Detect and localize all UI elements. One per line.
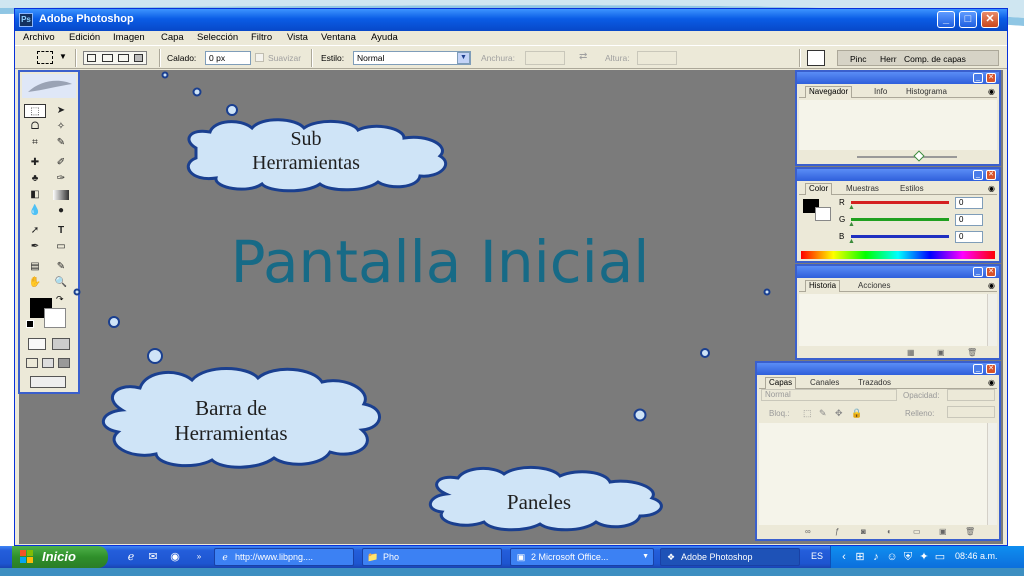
slide-title: Pantalla Inicial	[230, 228, 650, 296]
ie-icon: ℯ	[222, 552, 228, 562]
tray-messenger-icon[interactable]: ☺	[885, 550, 899, 564]
media-quicklaunch-icon[interactable]: ◉	[168, 550, 182, 564]
windows-flag-icon	[20, 550, 33, 563]
system-tray: ES ‹ ⊞ ♪ ☺ ⛨ ✦ ▭ 08:46 a.m.	[811, 546, 1024, 568]
bubble-dot	[108, 316, 120, 328]
clock: 08:46 a.m.	[955, 551, 998, 561]
bubble-dot	[700, 348, 710, 358]
language-indicator[interactable]: ES	[811, 551, 823, 561]
group-dropdown-icon: ▼	[642, 553, 649, 560]
ie-quicklaunch-icon[interactable]: ℯ	[124, 550, 138, 564]
taskbar-item-office[interactable]: ▣ 2 Microsoft Office... ▼	[510, 548, 654, 566]
photoshop-icon: ❖	[666, 552, 676, 562]
office-icon: ▣	[516, 552, 526, 562]
bubble-dot	[633, 408, 647, 422]
cloud-panels-label: Paneles	[506, 490, 572, 514]
start-label: Inicio	[42, 549, 76, 564]
taskbar-item-folder[interactable]: 📁 Pho	[362, 548, 502, 566]
cloud-toolbar-line1: Barra de	[195, 396, 267, 420]
start-button[interactable]: Inicio	[12, 546, 108, 568]
bubble-dot	[147, 348, 163, 364]
cloud-sub-line2: Herramientas	[252, 152, 360, 174]
cloud-sub-label: Sub Herramientas	[226, 127, 386, 175]
taskbar-item-photoshop-label: Adobe Photoshop	[681, 552, 753, 562]
bubble-dot	[192, 87, 202, 97]
bubble-dot	[161, 71, 169, 79]
cloud-sub-line1: Sub	[290, 128, 322, 150]
taskbar-item-folder-label: Pho	[383, 552, 400, 562]
taskbar-item-photoshop[interactable]: ❖ Adobe Photoshop	[660, 548, 800, 566]
taskbar: Inicio ℯ ✉ ◉ » ℯ http://www.libpng.... 📁…	[0, 546, 1024, 568]
taskbar-item-browser-label: http://www.libpng....	[235, 552, 314, 562]
taskbar-item-browser[interactable]: ℯ http://www.libpng....	[214, 548, 354, 566]
bubble-dot	[226, 104, 238, 116]
tray-network-icon[interactable]: ⊞	[853, 550, 867, 564]
tray-update-icon[interactable]: ✦	[917, 550, 931, 564]
tray-show-hidden-icon[interactable]: ‹	[837, 550, 851, 564]
folder-icon: 📁	[367, 552, 379, 562]
tray-display-icon[interactable]: ▭	[933, 550, 947, 564]
tray-antivirus-icon[interactable]: ⛨	[901, 550, 915, 564]
cloud-toolbar-line2: Herramientas	[174, 421, 288, 446]
taskbar-item-office-label: 2 Microsoft Office...	[531, 552, 609, 562]
cloud-toolbar-label: Barra de Herramientas	[146, 396, 316, 446]
outlook-quicklaunch-icon[interactable]: ✉	[146, 550, 160, 564]
tray-volume-icon[interactable]: ♪	[869, 550, 883, 564]
quicklaunch-more-icon[interactable]: »	[192, 550, 206, 564]
